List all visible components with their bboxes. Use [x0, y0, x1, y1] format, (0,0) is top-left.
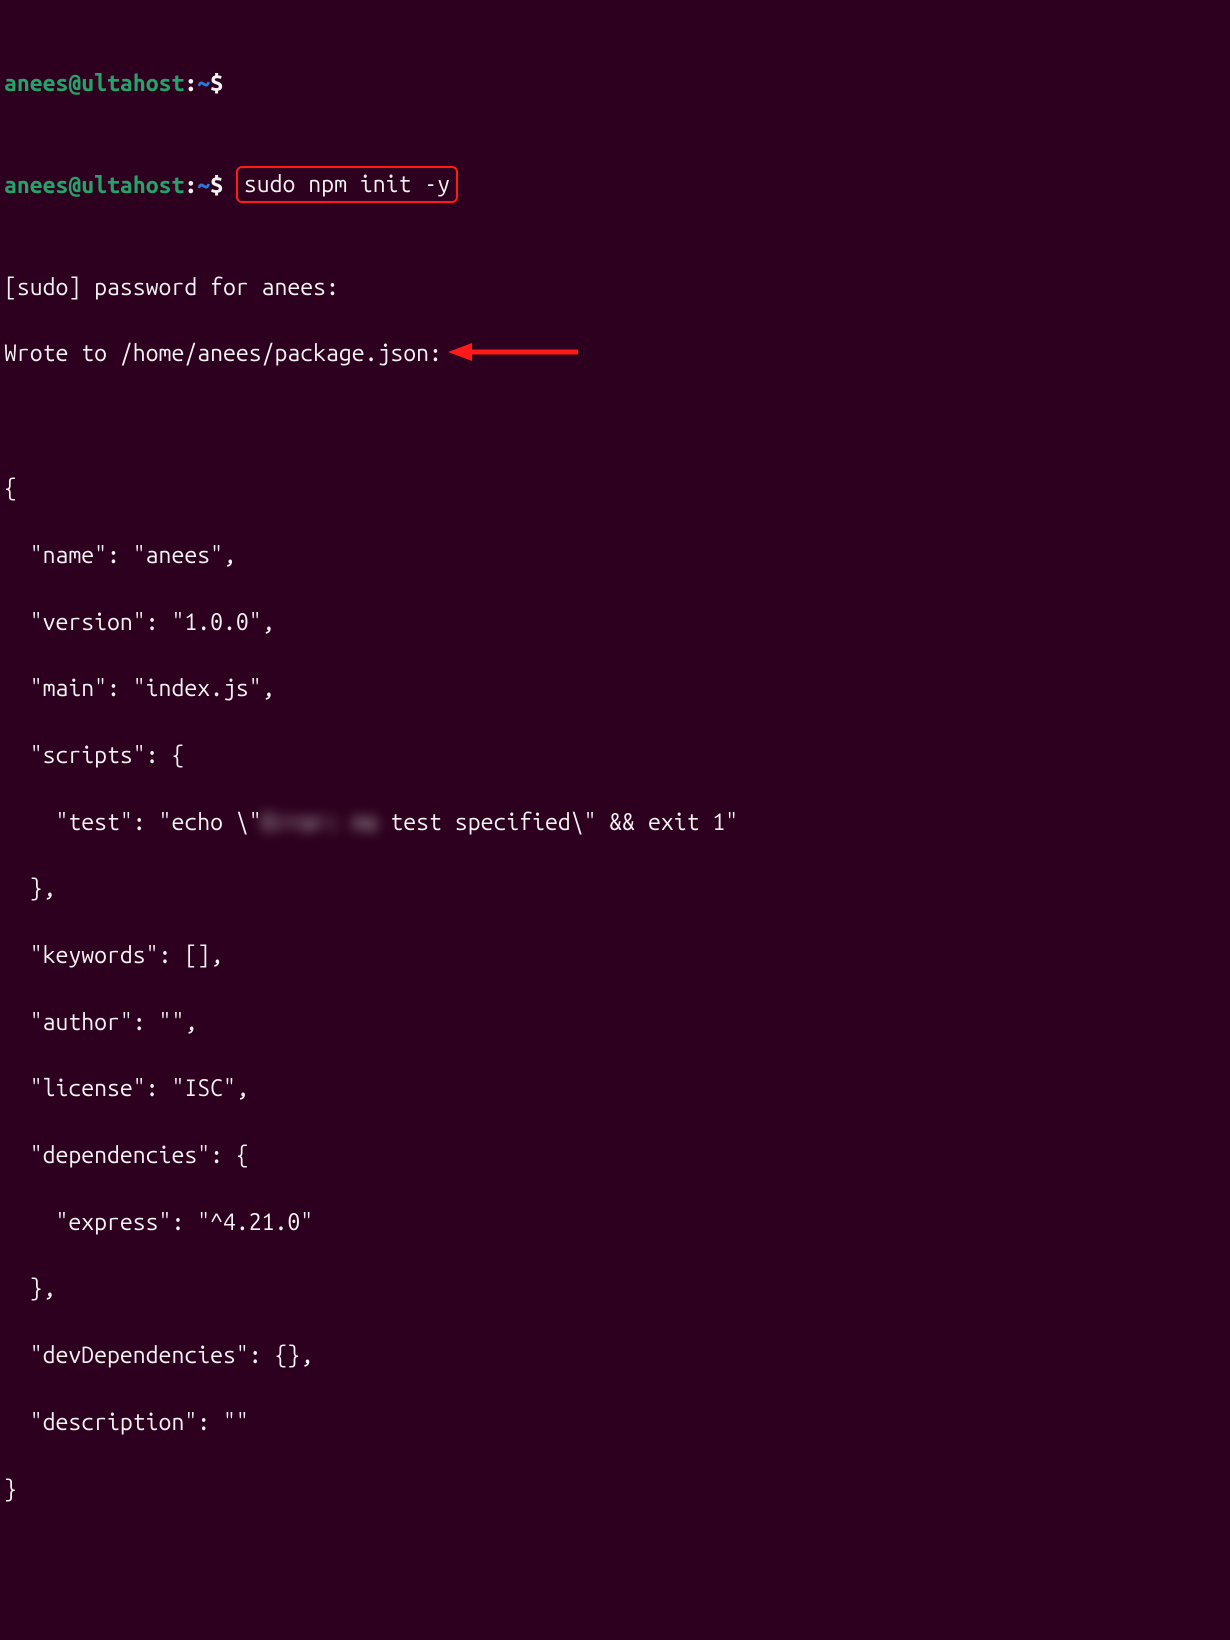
prompt-dollar: $	[210, 173, 223, 198]
output-blank	[4, 406, 1226, 439]
output-version: "version": "1.0.0",	[4, 606, 1226, 639]
prompt-path: ~	[197, 71, 210, 96]
output-test-blur: Error: no	[262, 806, 378, 839]
output-json-close: }	[4, 1473, 1226, 1506]
prompt-line-cmd: anees@ultahost:~$ sudo npm init -y	[4, 167, 1226, 204]
output-scripts: "scripts": {	[4, 739, 1226, 772]
output-desc: "description": ""	[4, 1406, 1226, 1439]
prompt-host: ultahost	[81, 71, 184, 96]
prompt-host: ultahost	[81, 173, 184, 198]
prompt-colon: :	[184, 173, 197, 198]
output-main: "main": "index.js",	[4, 672, 1226, 705]
output-express: "express": "^4.21.0"	[4, 1206, 1226, 1239]
output-wrote-text: Wrote to /home/anees/package.json:	[4, 341, 442, 366]
output-sudo-password: [sudo] password for anees:	[4, 271, 1226, 304]
output-keywords: "keywords": [],	[4, 939, 1226, 972]
prompt-user: anees	[4, 71, 68, 96]
output-author: "author": "",	[4, 1006, 1226, 1039]
command-text: sudo npm init -y	[244, 172, 450, 197]
prompt-at: @	[68, 173, 81, 198]
prompt-at: @	[68, 71, 81, 96]
output-name: "name": "anees",	[4, 539, 1226, 572]
terminal[interactable]: anees@ultahost:~$ anees@ultahost:~$ sudo…	[0, 0, 1230, 1640]
prompt-dollar: $	[210, 71, 223, 96]
arrow-icon	[448, 339, 578, 372]
prompt-path: ~	[197, 173, 210, 198]
output-deps-close: },	[4, 1272, 1226, 1305]
highlight-box: sudo npm init -y	[236, 166, 458, 203]
output-json-open: {	[4, 472, 1226, 505]
output-blank-2	[4, 1539, 1226, 1572]
prompt-line-empty: anees@ultahost:~$	[4, 67, 1226, 100]
output-wrote-line: Wrote to /home/anees/package.json:	[4, 337, 1226, 372]
output-blank-3	[4, 1606, 1226, 1639]
output-license: "license": "ISC",	[4, 1072, 1226, 1105]
prompt-user: anees	[4, 173, 68, 198]
output-test-a: "test": "echo \"	[4, 810, 262, 835]
output-deps: "dependencies": {	[4, 1139, 1226, 1172]
prompt-colon: :	[184, 71, 197, 96]
output-test-b: test specified\" && exit 1"	[378, 810, 739, 835]
output-devdeps: "devDependencies": {},	[4, 1339, 1226, 1372]
output-test: "test": "echo \"Error: no test specified…	[4, 806, 1226, 839]
output-scripts-close: },	[4, 872, 1226, 905]
